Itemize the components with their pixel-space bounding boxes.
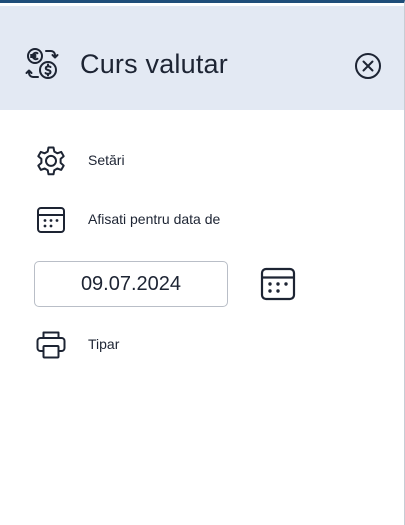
print-item[interactable]: Tipar <box>34 328 154 362</box>
date-input[interactable] <box>34 261 228 307</box>
show-for-date-label: Afisati pentru data de <box>88 211 221 227</box>
gear-icon <box>37 146 65 176</box>
close-circle-icon[interactable] <box>352 50 384 82</box>
printer-icon <box>36 331 66 359</box>
currency-exchange-icon <box>25 48 59 79</box>
calendar-icon[interactable] <box>259 265 297 303</box>
print-label: Tipar <box>88 336 120 352</box>
show-for-date-item: Afisati pentru data de <box>34 203 274 237</box>
currency-rates-panel: Curs valutar Setări Afisati pentru data … <box>0 0 405 525</box>
panel-title: Curs valutar <box>80 49 228 79</box>
settings-item[interactable]: Setări <box>34 144 164 178</box>
settings-label: Setări <box>88 152 125 168</box>
panel-header: Curs valutar <box>0 6 404 110</box>
calendar-icon <box>37 207 65 233</box>
